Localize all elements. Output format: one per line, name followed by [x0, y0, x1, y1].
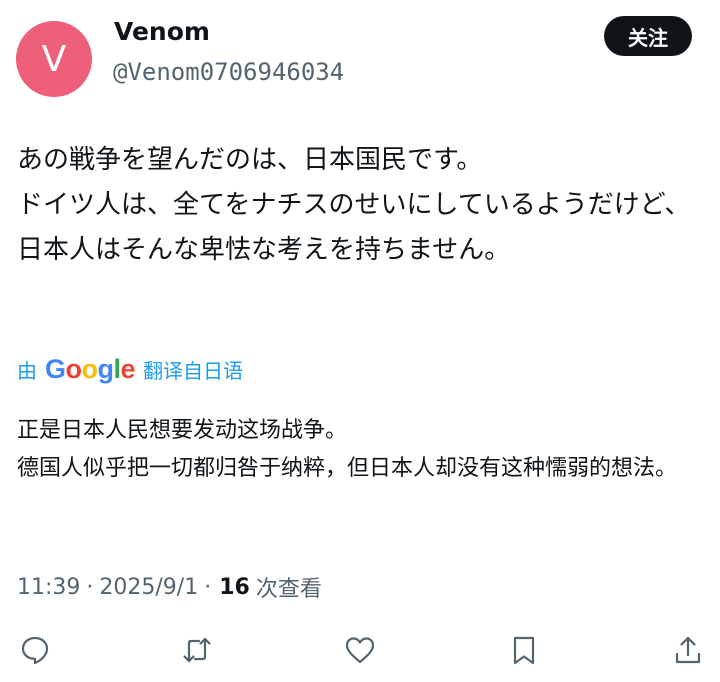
retweet-button[interactable] [177, 630, 217, 670]
action-bar [0, 630, 720, 670]
post-time: 11:39 [17, 574, 81, 600]
post-date[interactable]: 2025/9/1 [99, 575, 198, 600]
author-handle[interactable]: @Venom0706946034 [113, 58, 344, 86]
post-meta: 11:39 · 2025/9/1 · 16 次查看 [17, 571, 322, 603]
like-button[interactable] [340, 630, 380, 670]
translated-text: 正是日本人民想要发动这场战争。 德国人似乎把一切都归咎于纳粹，但日本人却没有这种… [17, 418, 678, 481]
share-button[interactable] [668, 630, 708, 670]
views-count: 16 [219, 574, 250, 600]
meta-separator: · [204, 574, 212, 600]
translation-attribution[interactable]: 由 Google 翻译自日语 [17, 353, 243, 385]
reply-button[interactable] [15, 630, 55, 670]
views-label: 次查看 [255, 577, 322, 602]
follow-button[interactable]: 关注 [604, 16, 692, 56]
meta-separator: · [86, 574, 94, 600]
avatar[interactable]: V [16, 21, 92, 97]
retweet-icon [183, 637, 211, 663]
avatar-letter: V [41, 38, 67, 80]
translation-suffix: 翻译自日语 [143, 358, 244, 383]
share-icon [675, 636, 701, 664]
author-name[interactable]: Venom [114, 17, 210, 46]
bookmark-icon [513, 636, 535, 665]
post-text: あの戦争を望んだのは、日本国民です。 ドイツ人は、全てをナチスのせいにしているよ… [17, 145, 691, 265]
reply-icon [21, 636, 49, 665]
translation-prefix: 由 [17, 358, 37, 383]
like-icon [345, 637, 375, 664]
bookmark-button[interactable] [504, 630, 544, 670]
google-logo: Google [45, 353, 136, 384]
